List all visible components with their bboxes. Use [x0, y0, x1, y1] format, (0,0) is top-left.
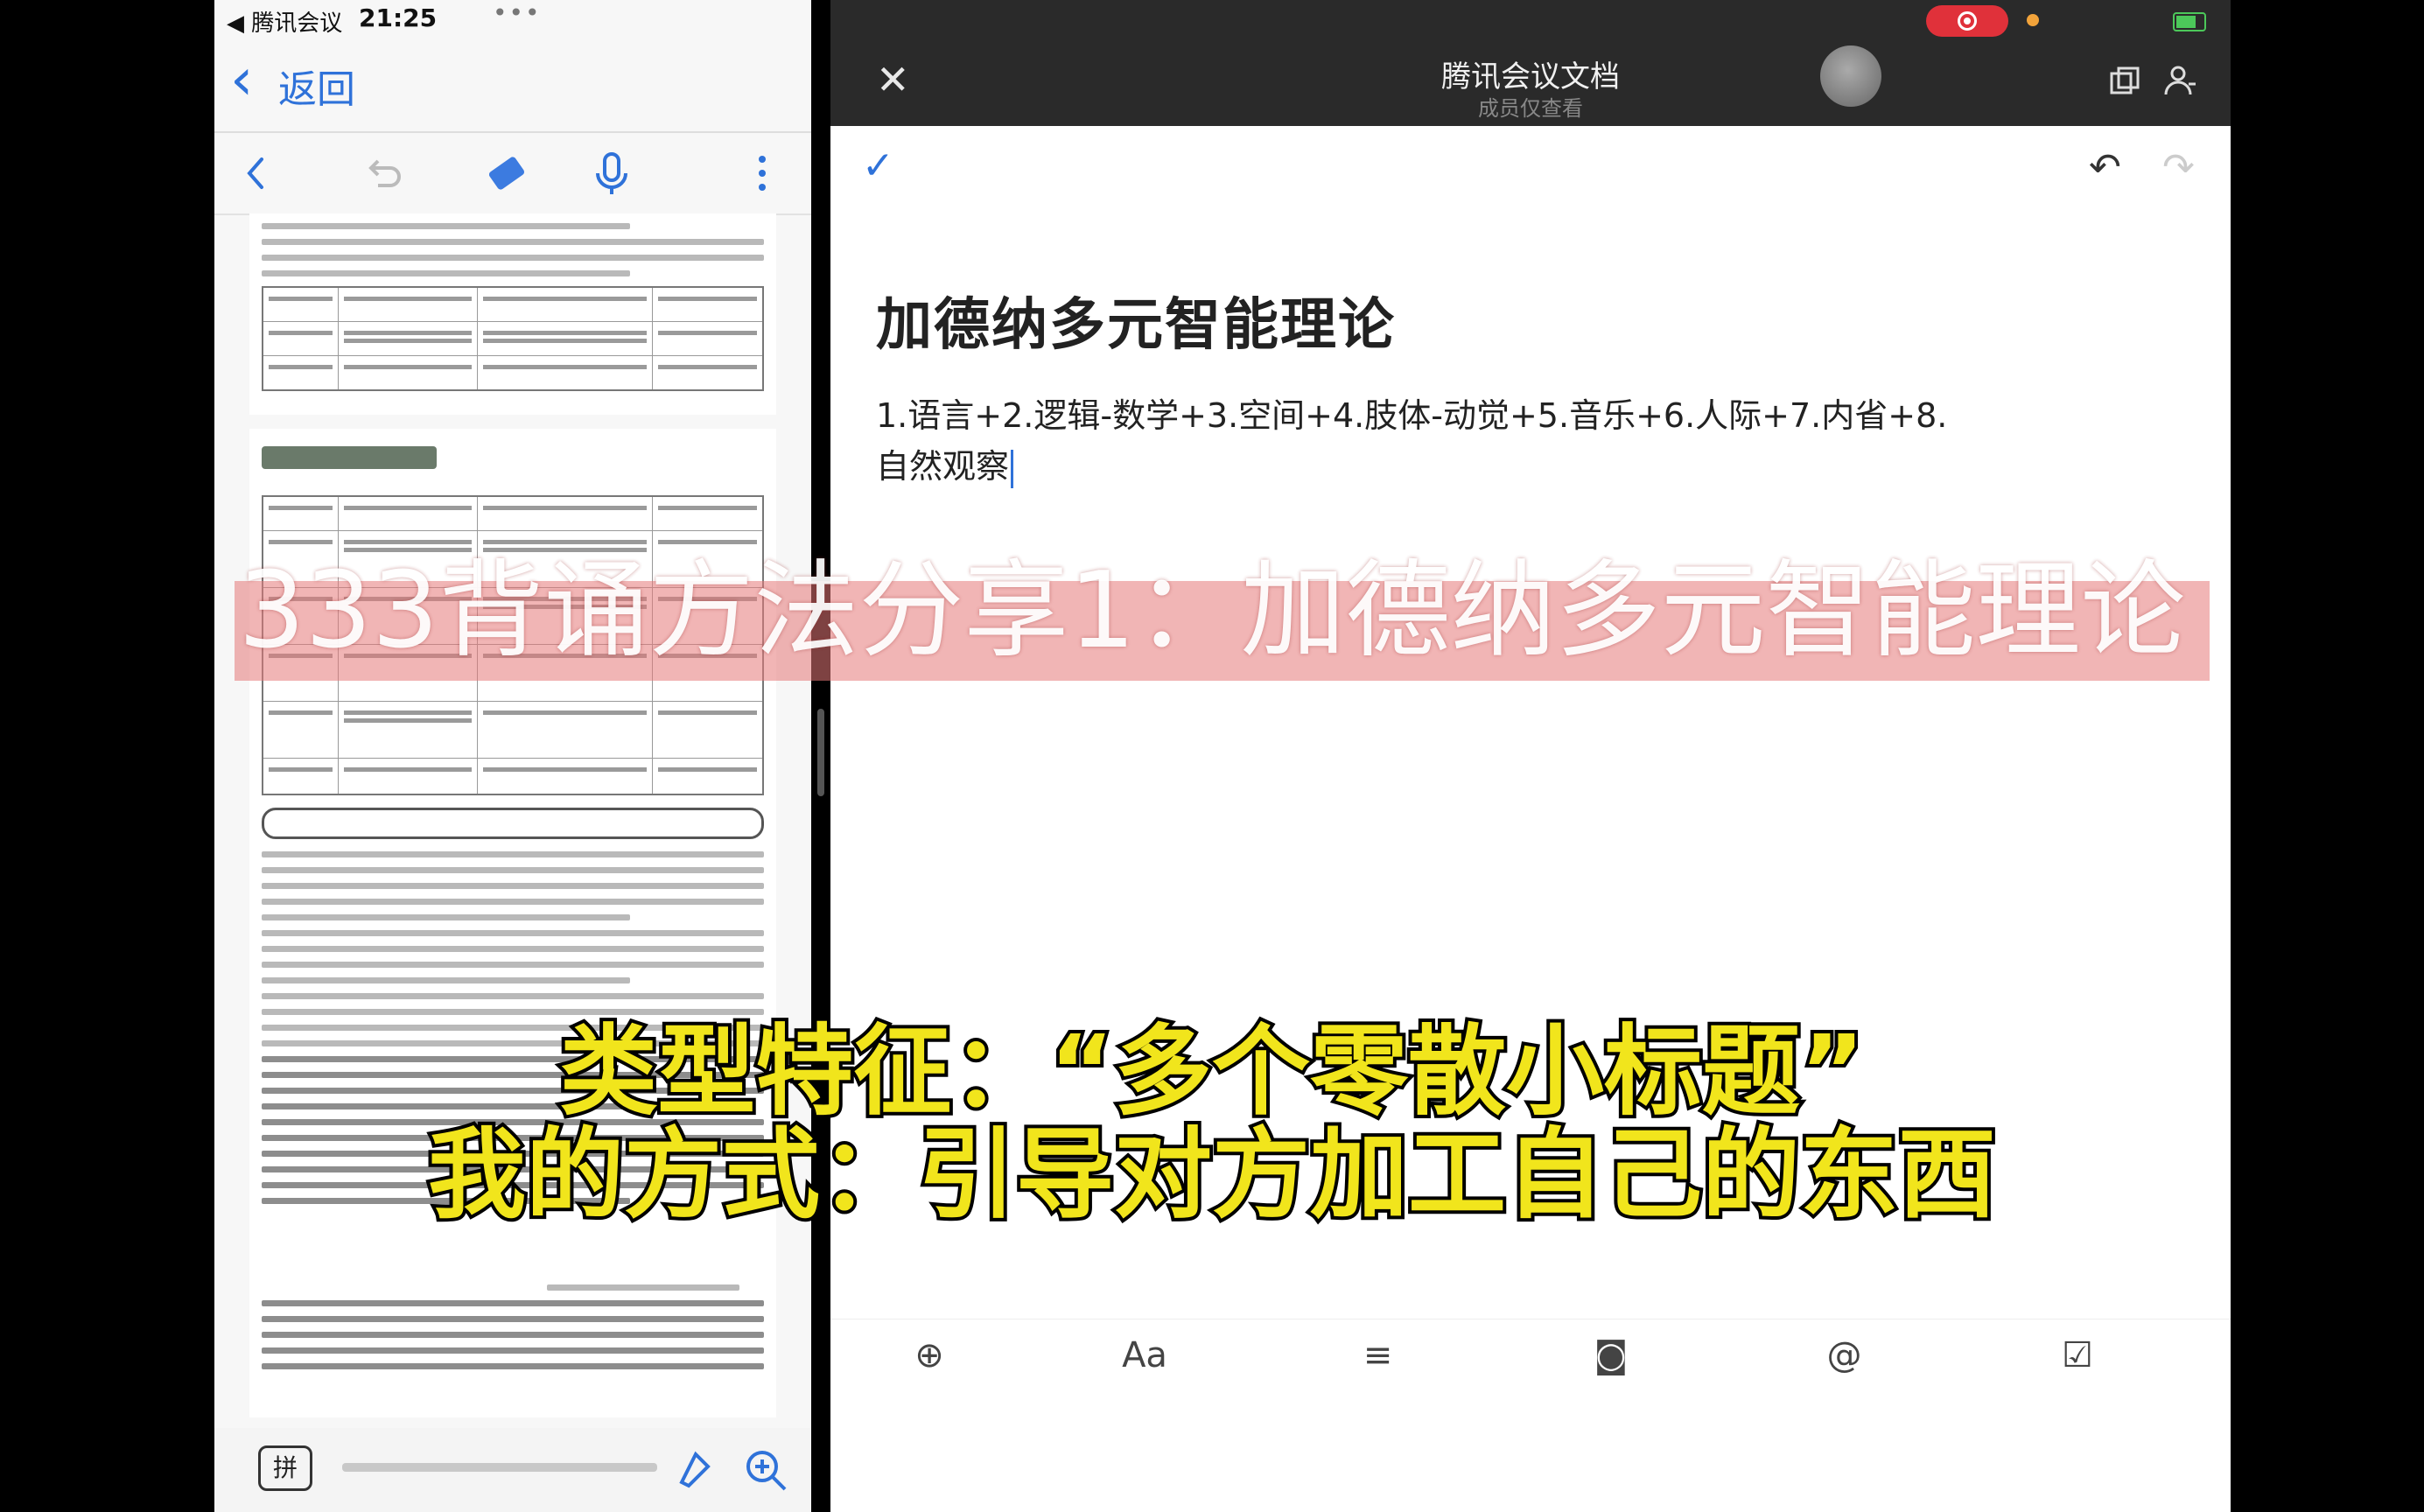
undo-icon[interactable]: ↶: [2089, 145, 2121, 190]
doc-header: ✕ 腾讯会议文档 成员仅查看: [830, 0, 2231, 126]
redo-icon[interactable]: ↷: [2162, 145, 2195, 190]
status-time: 21:25: [359, 4, 438, 32]
document-body[interactable]: 1.语言+2.逻辑-数学+3.空间+4.肢体-动觉+5.音乐+6.人际+7.内省…: [876, 390, 1979, 492]
window-switch-icon[interactable]: [2106, 63, 2141, 98]
back-chevron-icon[interactable]: ‹: [230, 51, 253, 108]
document-title[interactable]: 加德纳多元智能理论: [876, 280, 1396, 360]
text-style-icon[interactable]: Aa: [1118, 1335, 1171, 1388]
doc-app-title: 腾讯会议文档: [1441, 60, 1620, 94]
highlighter-icon[interactable]: [669, 1444, 722, 1496]
battery-icon: [2173, 12, 2206, 32]
privacy-indicator-dot: [2027, 14, 2039, 26]
document-body-text: 1.语言+2.逻辑-数学+3.空间+4.肢体-动觉+5.音乐+6.人际+7.内省…: [876, 396, 1948, 486]
page-thumbnail-strip[interactable]: [342, 1463, 657, 1472]
avatar[interactable]: [1820, 46, 1881, 107]
zoom-in-icon[interactable]: [739, 1444, 792, 1496]
eraser-icon[interactable]: [482, 149, 531, 198]
record-icon: [1958, 11, 1977, 31]
split-view-handle[interactable]: [817, 709, 824, 796]
pdf-page: [249, 214, 776, 415]
subtitle-line-2: 我的方式：引导对方加工自己的东西: [424, 1115, 2000, 1236]
doc-app-subtitle: 成员仅查看: [1478, 96, 1583, 121]
multitask-dots[interactable]: •••: [493, 0, 542, 27]
pinyin-input-button[interactable]: 拼: [258, 1446, 312, 1491]
more-vertical-icon[interactable]: [738, 149, 787, 198]
recording-indicator[interactable]: [1926, 5, 2008, 37]
text-caret: [1011, 449, 1014, 488]
split-view-divider[interactable]: [811, 0, 830, 1512]
nav-bar: ‹ 返回: [214, 47, 811, 117]
add-icon[interactable]: ⊕: [903, 1335, 956, 1388]
undo-icon[interactable]: [359, 149, 408, 198]
meeting-doc-pane: ✕ 腾讯会议文档 成员仅查看 ✓ ↶ ↷ 加德纳多元智能理论 1.语言+2.逻辑…: [830, 0, 2231, 1512]
align-icon[interactable]: ≡: [1352, 1335, 1405, 1388]
user-icon[interactable]: [2162, 63, 2197, 98]
microphone-icon[interactable]: [587, 149, 636, 198]
pdf-reader-pane: ◀ 腾讯会议 21:25 ••• ‹ 返回 拼: [214, 0, 811, 1512]
camera-icon[interactable]: ◙: [1585, 1335, 1637, 1388]
mention-icon[interactable]: @: [1818, 1335, 1871, 1388]
format-toolbar: ⊕Aa≡◙@☑⌨: [830, 1319, 2231, 1407]
done-check-icon[interactable]: ✓: [862, 144, 894, 188]
reader-bottom-bar: 拼: [214, 1428, 811, 1512]
chevron-left-icon[interactable]: [232, 149, 281, 198]
back-button[interactable]: 返回: [278, 58, 355, 114]
status-bar: ◀ 腾讯会议 21:25 •••: [214, 0, 811, 38]
title-banner-text: 333背诵方法分享1：加德纳多元智能理论: [238, 550, 2186, 672]
edit-toolbar: ✓ ↶ ↷: [830, 126, 2231, 214]
status-app-label[interactable]: ◀ 腾讯会议: [227, 5, 342, 38]
reader-toolbar: [214, 131, 811, 215]
checkbox-icon[interactable]: ☑: [2051, 1335, 2104, 1388]
